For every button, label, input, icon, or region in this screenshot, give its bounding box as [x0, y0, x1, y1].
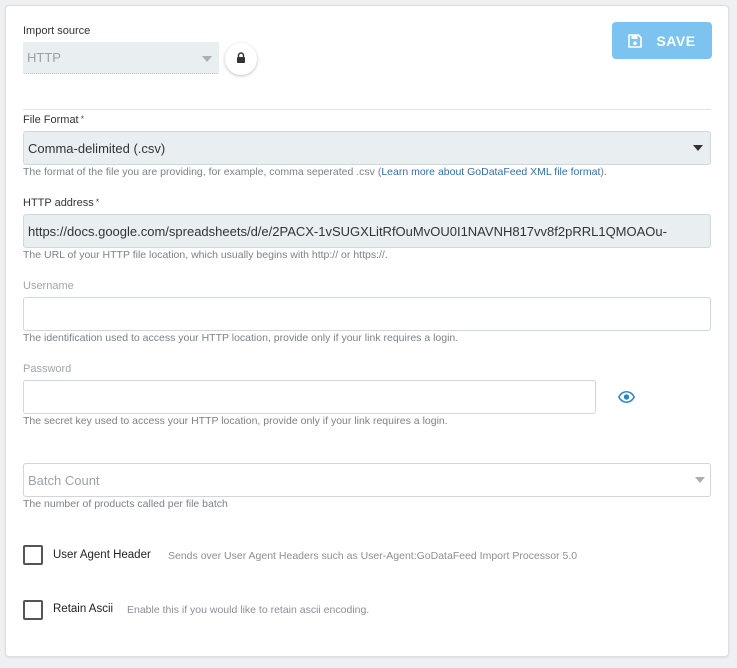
username-input[interactable] — [23, 297, 711, 331]
chevron-down-icon — [202, 56, 212, 62]
section-divider — [23, 109, 711, 110]
http-address-input[interactable]: https://docs.google.com/spreadsheets/d/e… — [23, 214, 711, 248]
file-format-label-text: File Format — [23, 114, 79, 126]
import-settings-card: Import source HTTP SAVE File Format * Com… — [5, 5, 729, 657]
password-input[interactable] — [23, 380, 596, 414]
save-button-label: SAVE — [656, 32, 696, 49]
file-format-hint-suffix: ). — [600, 166, 607, 178]
file-format-hint: The format of the file you are providing… — [23, 166, 607, 178]
file-format-label: File Format * — [23, 114, 84, 126]
retain-ascii-description: Enable this if you would like to retain … — [127, 604, 370, 616]
file-format-select[interactable]: Comma-delimited (.csv) — [23, 131, 711, 165]
password-label: Password — [23, 363, 72, 375]
username-hint: The identification used to access your H… — [23, 332, 459, 344]
batch-count-select[interactable]: Batch Count — [23, 463, 711, 497]
http-address-label: HTTP address * — [23, 197, 99, 209]
password-hint: The secret key used to access your HTTP … — [23, 415, 448, 427]
retain-ascii-checkbox[interactable] — [23, 600, 43, 620]
required-mark: * — [80, 114, 85, 124]
chevron-down-icon — [693, 145, 703, 151]
http-address-value: https://docs.google.com/spreadsheets/d/e… — [28, 223, 667, 239]
file-format-value: Comma-delimited (.csv) — [28, 140, 166, 156]
http-address-label-text: HTTP address — [23, 197, 94, 209]
import-source-label: Import source — [23, 25, 91, 37]
save-button[interactable]: SAVE — [612, 22, 712, 59]
batch-count-hint: The number of products called per file b… — [23, 498, 228, 510]
import-source-select: HTTP — [23, 42, 219, 74]
user-agent-header-checkbox[interactable] — [23, 545, 43, 565]
import-source-value: HTTP — [27, 50, 61, 65]
lock-icon — [236, 50, 246, 68]
lock-button[interactable] — [225, 43, 257, 75]
username-label: Username — [23, 280, 74, 292]
user-agent-header-description: Sends over User Agent Headers such as Us… — [168, 550, 578, 562]
learn-more-link[interactable]: Learn more about GoDataFeed XML file for… — [381, 166, 600, 178]
user-agent-header-label: User Agent Header — [53, 549, 151, 561]
chevron-down-icon — [695, 477, 705, 483]
retain-ascii-label: Retain Ascii — [53, 603, 114, 615]
floppy-disk-icon — [628, 33, 643, 48]
batch-count-placeholder: Batch Count — [28, 472, 100, 488]
file-format-hint-text: The format of the file you are providing… — [23, 166, 382, 178]
eye-icon[interactable] — [617, 390, 636, 408]
required-mark: * — [95, 197, 100, 207]
http-address-hint: The URL of your HTTP file location, whic… — [23, 249, 388, 261]
